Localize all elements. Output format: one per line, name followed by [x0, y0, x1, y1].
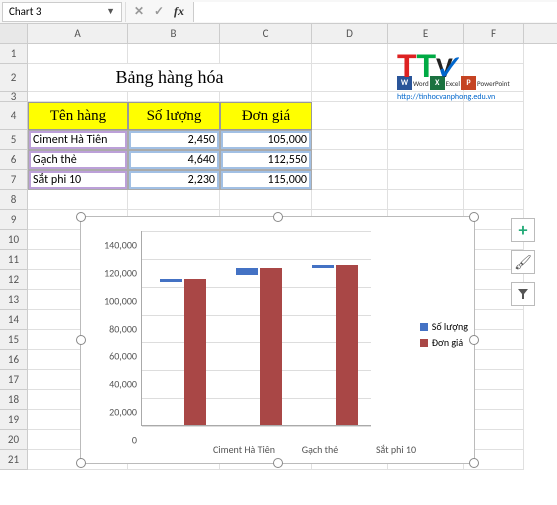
chart-styles-button[interactable]: 🖌 [511, 250, 535, 274]
resize-handle[interactable] [273, 458, 283, 468]
row-header[interactable]: 6 [0, 150, 28, 170]
cell[interactable] [28, 44, 128, 64]
data-price-2[interactable]: 115,000 [220, 170, 312, 190]
data-price-0[interactable]: 105,000 [220, 130, 312, 150]
row-header[interactable]: 8 [0, 190, 28, 210]
name-box-dropdown-icon[interactable]: ▼ [106, 6, 115, 17]
data-qty-1[interactable]: 4,640 [128, 150, 220, 170]
row-header[interactable]: 14 [0, 310, 28, 330]
chart-bar[interactable] [312, 265, 334, 268]
column-headers: A B C D E F [0, 24, 557, 44]
row-header[interactable]: 5 [0, 130, 28, 150]
col-header-b[interactable]: B [128, 24, 220, 43]
row-header[interactable]: 11 [0, 250, 28, 270]
table-title: Bảng hàng hóa [116, 67, 224, 88]
resize-handle[interactable] [76, 335, 86, 345]
formula-bar: Chart 3 ▼ ✕ ✓ fx [0, 0, 557, 24]
resize-handle[interactable] [469, 458, 479, 468]
data-price-1[interactable]: 112,550 [220, 150, 312, 170]
formula-input[interactable] [193, 2, 557, 22]
select-all-corner[interactable] [0, 24, 28, 43]
row-header[interactable]: 7 [0, 170, 28, 190]
chart-legend[interactable]: Số lượng Đơn giá [420, 317, 468, 352]
resize-handle[interactable] [469, 212, 479, 222]
row-header[interactable]: 2 [0, 64, 28, 92]
col-header-d[interactable]: D [312, 24, 388, 43]
row-header[interactable]: 16 [0, 350, 28, 370]
cell[interactable] [388, 190, 464, 210]
row-header[interactable]: 17 [0, 370, 28, 390]
row-header[interactable]: 18 [0, 390, 28, 410]
col-header-e[interactable]: E [388, 24, 464, 43]
logo-url: http://tinhocvanphong.edu.vn [397, 92, 507, 102]
name-box[interactable]: Chart 3 ▼ [2, 2, 122, 22]
chart-plot-area[interactable]: 020,00040,00060,00080,000100,000120,0001… [141, 231, 371, 426]
chart-bar[interactable] [236, 268, 258, 274]
name-box-value: Chart 3 [9, 5, 42, 18]
chart-bar[interactable] [336, 265, 358, 425]
row-header[interactable]: 9 [0, 210, 28, 230]
row-header[interactable]: 10 [0, 230, 28, 250]
row-header[interactable]: 3 [0, 92, 28, 102]
row-header[interactable]: 15 [0, 330, 28, 350]
chart-container[interactable]: 020,00040,00060,00080,000100,000120,0001… [80, 216, 475, 464]
title-cell[interactable]: Bảng hàng hóa [28, 64, 312, 92]
chart-side-buttons: + 🖌 [511, 218, 535, 314]
col-header-f[interactable]: F [464, 24, 524, 43]
row-header[interactable]: 13 [0, 290, 28, 310]
chart-filters-button[interactable] [511, 282, 535, 306]
data-qty-0[interactable]: 2,450 [128, 130, 220, 150]
cancel-icon: ✕ [129, 2, 149, 22]
chart-bar[interactable] [160, 279, 182, 282]
row-header[interactable]: 20 [0, 430, 28, 450]
header-price[interactable]: Đơn giá [220, 102, 312, 130]
legend-s2: Đơn giá [432, 336, 463, 349]
data-qty-2[interactable]: 2,230 [128, 170, 220, 190]
chart-bar[interactable] [260, 268, 282, 425]
chart-bar[interactable] [184, 279, 206, 425]
cell[interactable] [220, 190, 312, 210]
resize-handle[interactable] [76, 212, 86, 222]
col-header-c[interactable]: C [220, 24, 312, 43]
legend-s1: Số lượng [432, 320, 468, 333]
logo: TTV ✓ WWordXExcelPPowerPoint http://tinh… [397, 48, 507, 108]
data-name-0[interactable]: Ciment Hà Tiên [28, 130, 128, 150]
row-header[interactable]: 12 [0, 270, 28, 290]
header-name[interactable]: Tên hàng [28, 102, 128, 130]
confirm-icon: ✓ [149, 2, 169, 22]
row-header[interactable]: 1 [0, 44, 28, 64]
resize-handle[interactable] [76, 458, 86, 468]
row-header[interactable]: 21 [0, 450, 28, 470]
cell[interactable] [312, 190, 388, 210]
resize-handle[interactable] [469, 335, 479, 345]
data-name-1[interactable]: Gạch thẻ [28, 150, 128, 170]
row-header[interactable]: 4 [0, 102, 28, 130]
resize-handle[interactable] [273, 212, 283, 222]
data-name-2[interactable]: Sắt phi 10 [28, 170, 128, 190]
chart-elements-button[interactable]: + [511, 218, 535, 242]
col-header-a[interactable]: A [28, 24, 128, 43]
header-qty[interactable]: Số lượng [128, 102, 220, 130]
cell[interactable] [464, 190, 524, 210]
fx-icon[interactable]: fx [169, 2, 189, 22]
cell[interactable] [28, 190, 128, 210]
cell[interactable] [128, 190, 220, 210]
row-header[interactable]: 19 [0, 410, 28, 430]
